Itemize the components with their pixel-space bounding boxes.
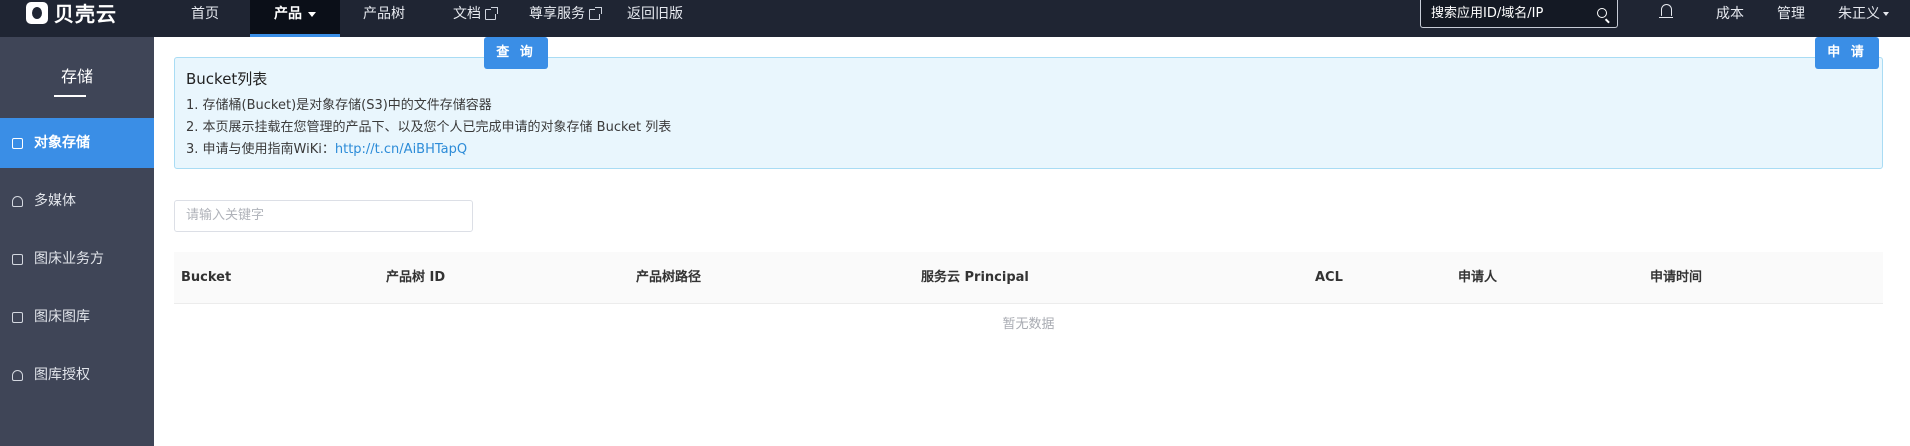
nav-docs[interactable]: 文档 (453, 0, 498, 37)
column-header-bucket: Bucket (181, 270, 232, 285)
wiki-link[interactable]: http://t.cn/AiBHTapQ (335, 142, 467, 157)
headphones-icon (12, 196, 23, 207)
empty-state-text: 暂无数据 (1002, 317, 1055, 332)
table-header: Bucket 产品树 ID 产品树路径 服务云 Principal ACL 申请… (174, 252, 1883, 304)
sidebar-item-label: 图床图库 (34, 309, 90, 325)
global-search-input[interactable]: 搜索应用ID/域名/IP (1420, 0, 1618, 28)
doc-icon (12, 312, 23, 323)
main-content: Bucket列表 1. 存储桶(Bucket)是对象存储(S3)中的文件存储容器… (154, 37, 1910, 446)
sidebar-item-label: 多媒体 (34, 193, 76, 209)
logo-icon (26, 1, 48, 24)
sidebar-item-multimedia[interactable]: 多媒体 (0, 176, 154, 226)
sidebar-title: 存储 (60, 67, 93, 86)
notice-line-1: 1. 存储桶(Bucket)是对象存储(S3)中的文件存储容器 (186, 98, 492, 113)
query-button[interactable]: 查 询 (484, 37, 548, 69)
nav-home[interactable]: 首页 (191, 0, 219, 37)
column-header-applicant: 申请人 (1458, 270, 1498, 285)
column-header-acl: ACL (1315, 270, 1343, 285)
external-link-icon (485, 6, 498, 20)
nav-old-version[interactable]: 返回旧版 (627, 0, 683, 37)
apply-button[interactable]: 申 请 (1815, 37, 1879, 69)
nav-product-tree[interactable]: 产品树 (363, 0, 405, 37)
chevron-down-icon (1883, 12, 1889, 16)
sidebar-item-image-business[interactable]: 图床业务方 (0, 234, 154, 284)
sidebar-item-library-auth[interactable]: 图库授权 (0, 350, 154, 400)
grid-icon (12, 138, 23, 149)
badge-icon (12, 370, 23, 381)
keyword-search-input[interactable]: 请输入关键字 (174, 200, 473, 232)
sidebar-item-label: 对象存储 (34, 135, 90, 151)
external-link-icon (589, 6, 602, 20)
sidebar: 存储 对象存储 多媒体 图床业务方 图床图库 图库授权 (0, 37, 154, 446)
user-menu[interactable]: 朱正义 (1838, 0, 1889, 37)
brand-name: 贝壳云 (54, 2, 117, 26)
sidebar-item-object-storage[interactable]: 对象存储 (0, 118, 154, 168)
notice-line-3-text: 3. 申请与使用指南WiKi： (186, 142, 335, 157)
sidebar-item-label: 图库授权 (34, 367, 90, 383)
brand-logo[interactable]: 贝壳云 (26, 0, 117, 26)
sidebar-item-label: 图床业务方 (34, 251, 104, 267)
notice-line-2: 2. 本页展示挂载在您管理的产品下、以及您个人已完成申请的对象存储 Bucket… (186, 120, 672, 135)
nav-premium-service[interactable]: 尊享服务 (529, 0, 602, 37)
sidebar-item-image-library[interactable]: 图床图库 (0, 292, 154, 342)
column-header-principal: 服务云 Principal (921, 270, 1029, 285)
image-icon (12, 254, 23, 265)
column-header-product-tree-path: 产品树路径 (636, 270, 702, 285)
search-icon[interactable] (1597, 8, 1607, 18)
notice-title: Bucket列表 (186, 70, 268, 88)
nav-cost[interactable]: 成本 (1716, 0, 1744, 37)
notice-line-3: 3. 申请与使用指南WiKi：http://t.cn/AiBHTapQ (186, 139, 1871, 161)
column-header-apply-time: 申请时间 (1650, 270, 1703, 285)
column-header-product-tree-id: 产品树 ID (386, 270, 446, 285)
chevron-down-icon (308, 11, 316, 17)
search-placeholder: 搜索应用ID/域名/IP (1431, 6, 1544, 21)
info-notice: Bucket列表 1. 存储桶(Bucket)是对象存储(S3)中的文件存储容器… (174, 57, 1883, 169)
top-navbar: 贝壳云 首页 产品 产品树 文档 尊享服务 返回旧版 搜索应用ID/域名/IP … (0, 0, 1910, 37)
bell-icon[interactable] (1659, 4, 1673, 18)
nav-manage[interactable]: 管理 (1777, 0, 1805, 37)
sidebar-title-underline (54, 95, 86, 97)
nav-products[interactable]: 产品 (250, 0, 340, 37)
